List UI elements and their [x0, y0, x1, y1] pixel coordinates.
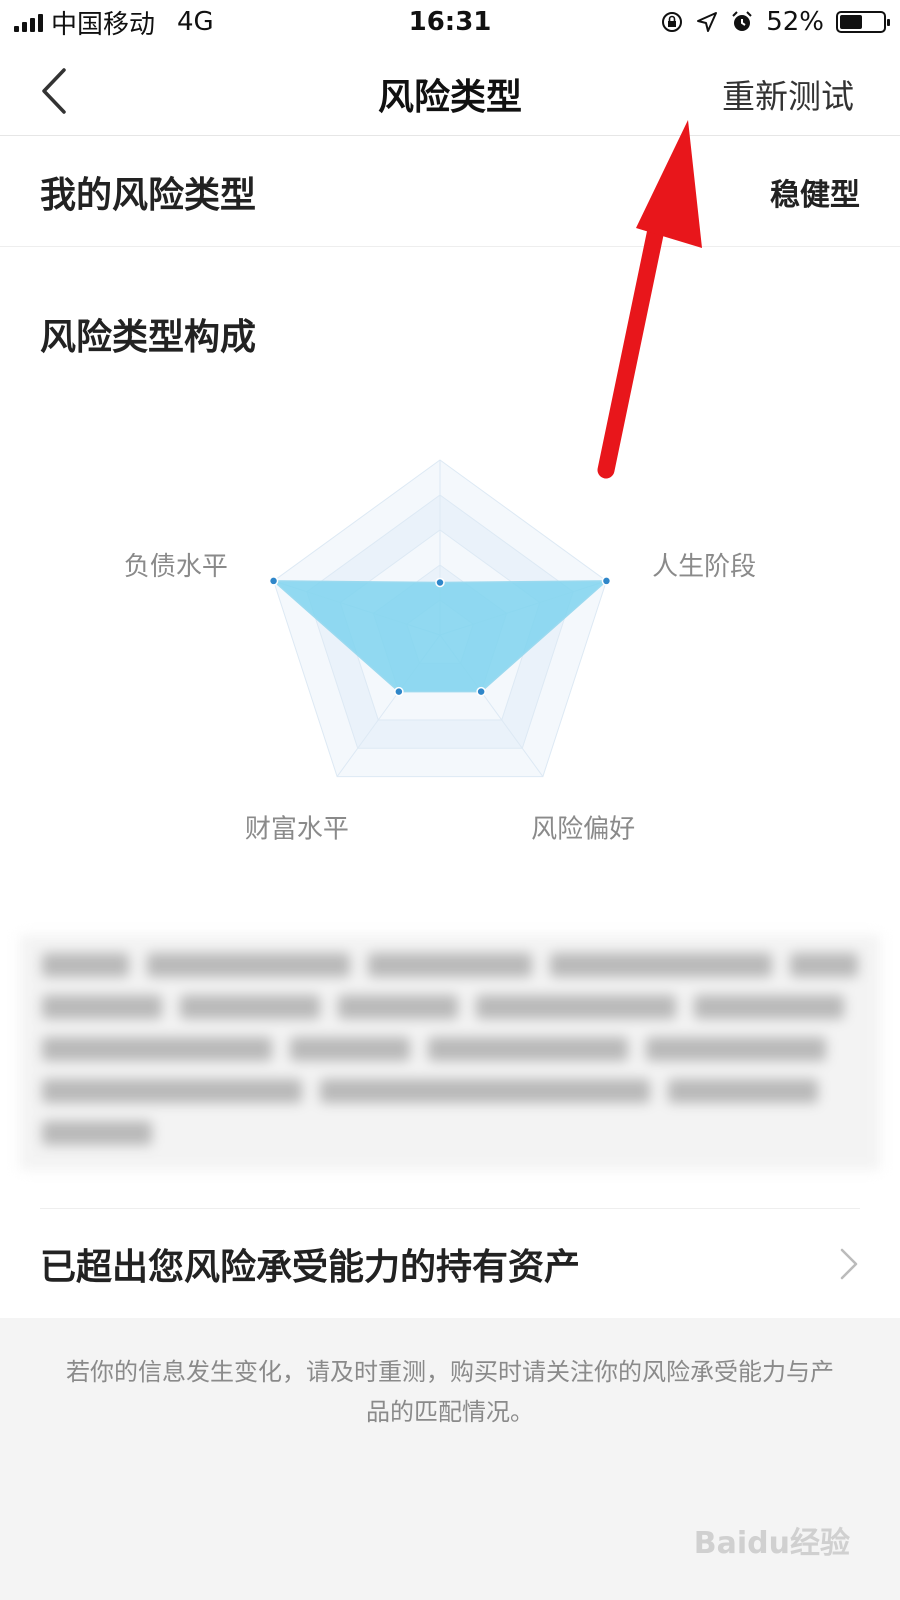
retest-notice: 若你的信息发生变化，请及时重测，购买时请关注你的风险承受能力与产品的匹配情况。	[66, 1358, 834, 1426]
my-risk-type-value: 稳健型	[770, 177, 860, 213]
battery-percent: 52%	[766, 7, 824, 37]
battery-level	[840, 15, 862, 29]
radar-axis-label: 财富水平	[245, 814, 349, 844]
my-risk-type-row: 我的风险类型 稳健型	[0, 137, 900, 247]
chevron-right-icon	[840, 1248, 858, 1279]
rotation-lock-icon	[662, 12, 683, 32]
status-bar: 中国移动 4G 16:31 52%	[0, 0, 900, 44]
radar-point-2	[601, 576, 612, 586]
nav-bar: 风险类型 重新测试	[0, 44, 900, 136]
carrier-name: 中国移动	[51, 9, 156, 40]
network-type: 4G	[177, 7, 214, 37]
alarm-icon	[732, 11, 752, 31]
signal-icon	[14, 12, 43, 32]
blurred-description	[20, 935, 880, 1170]
battery-icon	[836, 11, 890, 33]
radar-axis-label: 风险偏好	[531, 814, 635, 844]
status-right: 52%	[660, 7, 890, 37]
radar-axis-label: 负债水平	[124, 552, 228, 582]
watermark-logo: Baidu经验	[693, 1526, 850, 1561]
exceed-risk-assets-row[interactable]: 已超出您风险承受能力的持有资产	[40, 1208, 860, 1318]
location-icon	[697, 12, 718, 32]
radar-point-3	[476, 686, 486, 697]
exceed-risk-assets-label: 已超出您风险承受能力的持有资产	[40, 1246, 581, 1288]
my-risk-type-label: 我的风险类型	[40, 174, 257, 216]
status-left: 中国移动 4G	[14, 4, 214, 41]
radar-point-4	[394, 686, 404, 697]
risk-composition-title: 风险类型构成	[40, 317, 257, 358]
footer: 若你的信息发生变化，请及时重测，购买时请关注你的风险承受能力与产品的匹配情况。 …	[0, 1318, 900, 1600]
risk-radar-chart: 收入稳定人生阶段风险偏好财富水平负债水平	[124, 459, 756, 844]
radar-point-5	[268, 576, 279, 586]
radar-point-1	[435, 577, 445, 588]
radar-axis-label: 人生阶段	[652, 552, 756, 582]
retest-button[interactable]: 重新测试	[722, 70, 854, 118]
